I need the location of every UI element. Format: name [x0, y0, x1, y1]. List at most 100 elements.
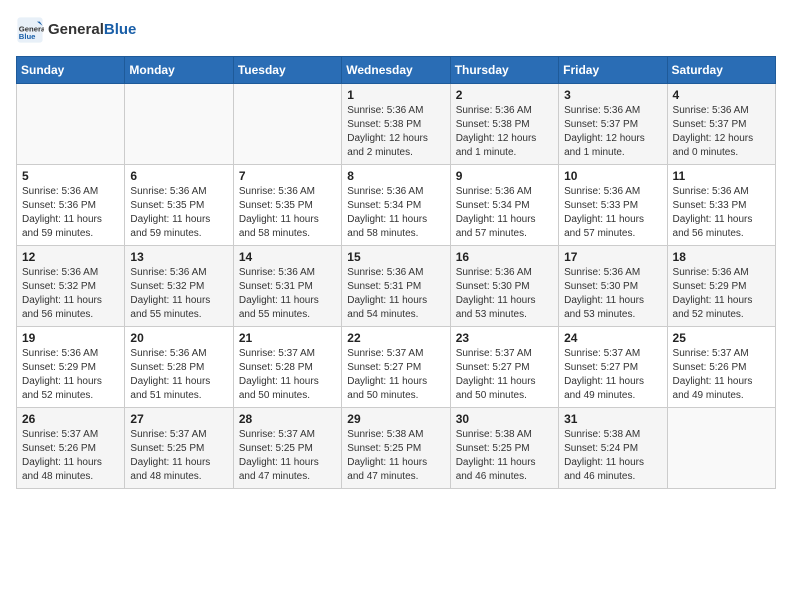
day-info: Sunrise: 5:36 AMSunset: 5:33 PMDaylight:…	[673, 185, 770, 241]
day-number: 29	[347, 412, 444, 426]
day-cell: 27Sunrise: 5:37 AMSunset: 5:25 PMDayligh…	[125, 408, 233, 489]
logo: General Blue GeneralBlue	[16, 16, 136, 44]
weekday-header-tuesday: Tuesday	[233, 57, 341, 84]
day-info: Sunrise: 5:38 AMSunset: 5:25 PMDaylight:…	[347, 428, 444, 484]
day-number: 25	[673, 331, 770, 345]
day-cell: 21 Sunrise: 5:37 AMSunset: 5:28 PMDayligh…	[233, 327, 341, 408]
day-cell: 25Sunrise: 5:37 AMSunset: 5:26 PMDayligh…	[667, 327, 775, 408]
week-row-3: 12Sunrise: 5:36 AMSunset: 5:32 PMDayligh…	[17, 246, 776, 327]
day-cell: 10 Sunrise: 5:36 AMSunset: 5:33 PMDayligh…	[559, 165, 667, 246]
day-number: 14	[239, 250, 336, 264]
weekday-header-friday: Friday	[559, 57, 667, 84]
day-info: Sunrise: 5:36 AMSunset: 5:31 PMDaylight:…	[347, 266, 444, 322]
day-info: Sunrise: 5:36 AMSunset: 5:37 PMDaylight:…	[564, 104, 661, 160]
day-info: Sunrise: 5:37 AMSunset: 5:25 PMDaylight:…	[130, 428, 227, 484]
day-number: 30	[456, 412, 553, 426]
day-number: 24	[564, 331, 661, 345]
day-number: 10	[564, 169, 661, 183]
week-row-2: 5 Sunrise: 5:36 AMSunset: 5:36 PMDaylight…	[17, 165, 776, 246]
day-number: 13	[130, 250, 227, 264]
day-cell: 18 Sunrise: 5:36 AMSunset: 5:29 PMDayligh…	[667, 246, 775, 327]
day-cell: 7 Sunrise: 5:36 AMSunset: 5:35 PMDaylight…	[233, 165, 341, 246]
weekday-header-wednesday: Wednesday	[342, 57, 450, 84]
day-cell	[233, 84, 341, 165]
day-info: Sunrise: 5:36 AMSunset: 5:33 PMDaylight:…	[564, 185, 661, 241]
weekday-header-thursday: Thursday	[450, 57, 558, 84]
day-info: Sunrise: 5:36 AMSunset: 5:32 PMDaylight:…	[22, 266, 119, 322]
day-cell: 2 Sunrise: 5:36 AMSunset: 5:38 PMDaylight…	[450, 84, 558, 165]
day-number: 18	[673, 250, 770, 264]
day-info: Sunrise: 5:36 AMSunset: 5:30 PMDaylight:…	[564, 266, 661, 322]
day-cell: 31 Sunrise: 5:38 AMSunset: 5:24 PMDayligh…	[559, 408, 667, 489]
calendar-table: SundayMondayTuesdayWednesdayThursdayFrid…	[16, 56, 776, 489]
day-cell: 1 Sunrise: 5:36 AMSunset: 5:38 PMDaylight…	[342, 84, 450, 165]
day-number: 23	[456, 331, 553, 345]
day-cell: 15 Sunrise: 5:36 AMSunset: 5:31 PMDayligh…	[342, 246, 450, 327]
day-cell: 29 Sunrise: 5:38 AMSunset: 5:25 PMDayligh…	[342, 408, 450, 489]
day-info: Sunrise: 5:36 AMSunset: 5:35 PMDaylight:…	[239, 185, 336, 241]
day-cell: 4 Sunrise: 5:36 AMSunset: 5:37 PMDaylight…	[667, 84, 775, 165]
day-number: 15	[347, 250, 444, 264]
day-cell: 12Sunrise: 5:36 AMSunset: 5:32 PMDayligh…	[17, 246, 125, 327]
day-number: 28	[239, 412, 336, 426]
day-cell: 9 Sunrise: 5:36 AMSunset: 5:34 PMDaylight…	[450, 165, 558, 246]
day-cell: 17 Sunrise: 5:36 AMSunset: 5:30 PMDayligh…	[559, 246, 667, 327]
day-info: Sunrise: 5:36 AMSunset: 5:32 PMDaylight:…	[130, 266, 227, 322]
day-info: Sunrise: 5:36 AMSunset: 5:29 PMDaylight:…	[673, 266, 770, 322]
day-number: 17	[564, 250, 661, 264]
day-cell: 23Sunrise: 5:37 AMSunset: 5:27 PMDayligh…	[450, 327, 558, 408]
day-cell: 13 Sunrise: 5:36 AMSunset: 5:32 PMDayligh…	[125, 246, 233, 327]
day-number: 2	[456, 88, 553, 102]
day-info: Sunrise: 5:36 AMSunset: 5:36 PMDaylight:…	[22, 185, 119, 241]
day-info: Sunrise: 5:38 AMSunset: 5:24 PMDaylight:…	[564, 428, 661, 484]
day-info: Sunrise: 5:37 AMSunset: 5:27 PMDaylight:…	[347, 347, 444, 403]
day-info: Sunrise: 5:36 AMSunset: 5:38 PMDaylight:…	[456, 104, 553, 160]
logo-icon: General Blue	[16, 16, 44, 44]
day-cell: 8Sunrise: 5:36 AMSunset: 5:34 PMDaylight…	[342, 165, 450, 246]
day-number: 31	[564, 412, 661, 426]
day-cell: 28 Sunrise: 5:37 AMSunset: 5:25 PMDayligh…	[233, 408, 341, 489]
svg-text:Blue: Blue	[19, 32, 36, 41]
day-number: 7	[239, 169, 336, 183]
day-info: Sunrise: 5:36 AMSunset: 5:37 PMDaylight:…	[673, 104, 770, 160]
day-number: 11	[673, 169, 770, 183]
day-info: Sunrise: 5:36 AMSunset: 5:31 PMDaylight:…	[239, 266, 336, 322]
day-cell	[667, 408, 775, 489]
logo-general: General	[48, 21, 104, 38]
day-cell: 11 Sunrise: 5:36 AMSunset: 5:33 PMDayligh…	[667, 165, 775, 246]
day-number: 9	[456, 169, 553, 183]
day-number: 16	[456, 250, 553, 264]
day-cell: 24 Sunrise: 5:37 AMSunset: 5:27 PMDayligh…	[559, 327, 667, 408]
day-info: Sunrise: 5:36 AMSunset: 5:34 PMDaylight:…	[456, 185, 553, 241]
weekday-header-monday: Monday	[125, 57, 233, 84]
day-info: Sunrise: 5:36 AMSunset: 5:38 PMDaylight:…	[347, 104, 444, 160]
day-cell: 6 Sunrise: 5:36 AMSunset: 5:35 PMDaylight…	[125, 165, 233, 246]
day-info: Sunrise: 5:37 AMSunset: 5:28 PMDaylight:…	[239, 347, 336, 403]
day-cell: 26Sunrise: 5:37 AMSunset: 5:26 PMDayligh…	[17, 408, 125, 489]
day-info: Sunrise: 5:36 AMSunset: 5:35 PMDaylight:…	[130, 185, 227, 241]
day-info: Sunrise: 5:36 AMSunset: 5:28 PMDaylight:…	[130, 347, 227, 403]
day-number: 20	[130, 331, 227, 345]
day-info: Sunrise: 5:37 AMSunset: 5:25 PMDaylight:…	[239, 428, 336, 484]
day-cell: 22 Sunrise: 5:37 AMSunset: 5:27 PMDayligh…	[342, 327, 450, 408]
week-row-4: 19Sunrise: 5:36 AMSunset: 5:29 PMDayligh…	[17, 327, 776, 408]
day-number: 4	[673, 88, 770, 102]
day-info: Sunrise: 5:37 AMSunset: 5:27 PMDaylight:…	[564, 347, 661, 403]
week-row-5: 26Sunrise: 5:37 AMSunset: 5:26 PMDayligh…	[17, 408, 776, 489]
week-row-1: 1 Sunrise: 5:36 AMSunset: 5:38 PMDaylight…	[17, 84, 776, 165]
day-info: Sunrise: 5:36 AMSunset: 5:34 PMDaylight:…	[347, 185, 444, 241]
day-cell: 16 Sunrise: 5:36 AMSunset: 5:30 PMDayligh…	[450, 246, 558, 327]
day-number: 3	[564, 88, 661, 102]
day-cell: 3 Sunrise: 5:36 AMSunset: 5:37 PMDaylight…	[559, 84, 667, 165]
day-number: 1	[347, 88, 444, 102]
day-cell: 5 Sunrise: 5:36 AMSunset: 5:36 PMDaylight…	[17, 165, 125, 246]
day-number: 21	[239, 331, 336, 345]
day-number: 22	[347, 331, 444, 345]
day-number: 5	[22, 169, 119, 183]
logo-blue: Blue	[104, 21, 137, 38]
day-cell: 14 Sunrise: 5:36 AMSunset: 5:31 PMDayligh…	[233, 246, 341, 327]
weekday-header-row: SundayMondayTuesdayWednesdayThursdayFrid…	[17, 57, 776, 84]
day-info: Sunrise: 5:36 AMSunset: 5:30 PMDaylight:…	[456, 266, 553, 322]
day-number: 6	[130, 169, 227, 183]
day-cell: 19Sunrise: 5:36 AMSunset: 5:29 PMDayligh…	[17, 327, 125, 408]
